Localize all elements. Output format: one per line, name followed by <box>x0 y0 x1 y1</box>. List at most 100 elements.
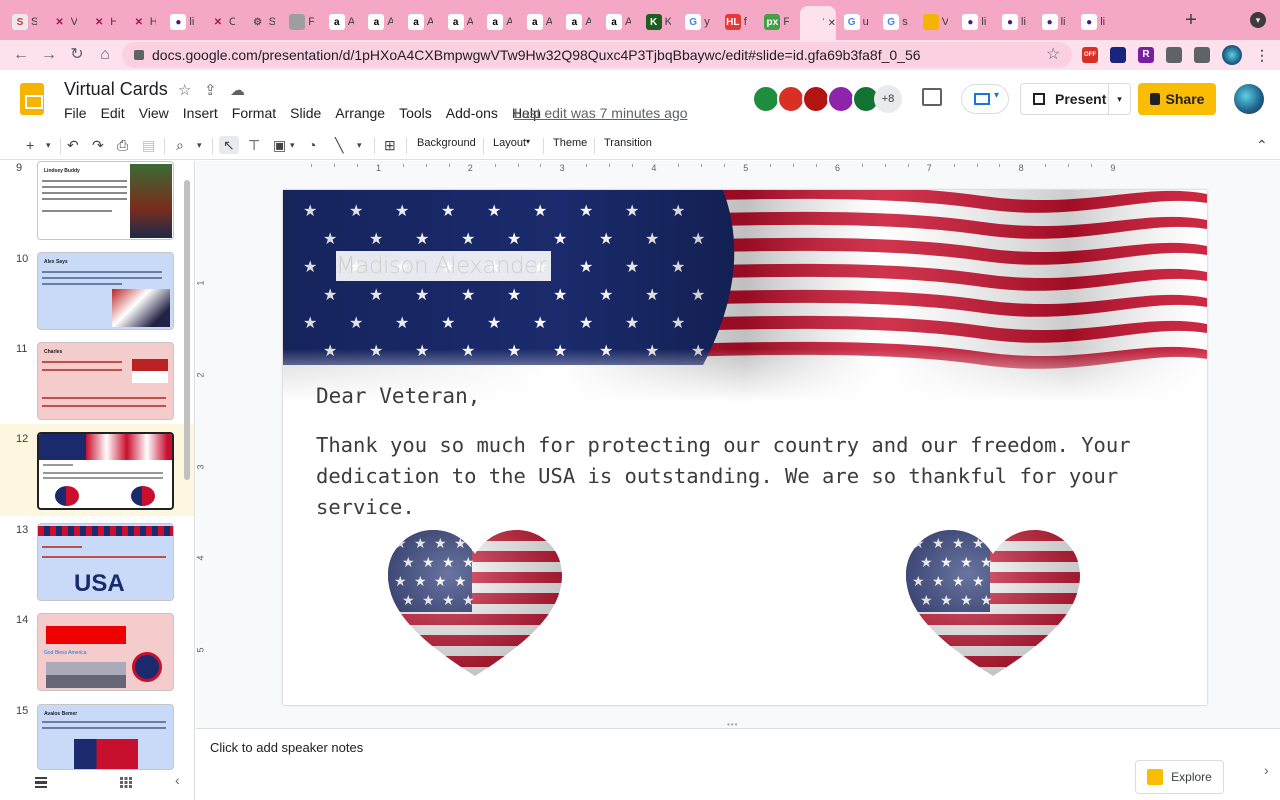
browser-tab[interactable]: V✕ <box>800 6 836 40</box>
menu-format[interactable]: Format <box>232 105 276 121</box>
browser-tab[interactable]: KK <box>642 8 678 36</box>
undo-icon[interactable]: ↶ <box>67 136 79 154</box>
side-panel-chevron-right-icon[interactable]: › <box>1264 762 1280 794</box>
current-slide[interactable]: ★★★★★★★★★★★★★★★★★★★★★★★★★★★★★★★★★★★★★★★★… <box>283 190 1207 705</box>
zoom-icon[interactable]: ⌕ <box>176 136 184 154</box>
image-dropdown-icon[interactable]: ▾ <box>290 136 295 154</box>
speaker-notes-placeholder[interactable]: Click to add speaker notes <box>210 740 363 755</box>
browser-tab[interactable]: ● li <box>1038 8 1074 36</box>
home-icon[interactable]: ⌂ <box>94 44 116 66</box>
slide-thumbnail-11[interactable]: Charles <box>37 342 174 420</box>
menu-arrange[interactable]: Arrange <box>335 105 385 121</box>
slide-thumbnail-9[interactable]: Lindsey Buddy <box>37 161 174 240</box>
background-button[interactable]: Background <box>417 137 476 149</box>
print-icon[interactable]: ⎙ <box>117 136 128 154</box>
flag-heart-image[interactable]: ★★★★★★★★★★★★★★★★ <box>388 530 562 676</box>
tab-search-icon[interactable]: ▾ <box>1250 12 1266 28</box>
browser-tab[interactable]: aA <box>562 8 598 36</box>
theme-button[interactable]: Theme <box>553 137 587 149</box>
menu-add-ons[interactable]: Add-ons <box>446 105 498 121</box>
message-text[interactable]: Thank you so much for protecting our cou… <box>316 430 1176 523</box>
profile-avatar-icon[interactable] <box>1222 45 1242 65</box>
line-icon[interactable]: ╲ <box>335 136 343 154</box>
line-dropdown-icon[interactable]: ▾ <box>357 136 362 154</box>
browser-tab[interactable]: ● li <box>958 8 994 36</box>
slide-filmstrip[interactable]: 9 Lindsey Buddy 10 Alex Says 11 Charles … <box>0 161 195 800</box>
star-icon[interactable]: ☆ <box>178 81 191 99</box>
browser-tab[interactable]: ● li <box>1077 8 1113 36</box>
forward-arrow-icon[interactable]: → <box>38 44 60 66</box>
present-button[interactable]: Present ▾ <box>1020 83 1131 115</box>
browser-tab[interactable]: aA <box>325 8 361 36</box>
browser-tab[interactable]: ✕ H <box>87 8 123 36</box>
menu-slide[interactable]: Slide <box>290 105 321 121</box>
layout-dropdown-icon[interactable]: ▾ <box>526 137 530 146</box>
share-button[interactable]: Share <box>1138 83 1216 115</box>
collaborator-avatar[interactable] <box>802 85 830 113</box>
browser-menu-icon[interactable]: ⋮ <box>1254 47 1270 63</box>
browser-tab[interactable]: px F <box>760 8 796 36</box>
browser-tab[interactable]: HL f <box>721 8 757 36</box>
grid-view-icon[interactable] <box>120 776 132 788</box>
google-slides-logo-icon[interactable] <box>20 83 44 115</box>
browser-tab[interactable]: aA <box>364 8 400 36</box>
browser-tab[interactable]: ✕ C <box>206 8 242 36</box>
greeting-text[interactable]: Dear Veteran, <box>316 384 480 408</box>
name-text-box[interactable]: Madison Alexander <box>336 251 551 281</box>
menu-file[interactable]: File <box>64 105 87 121</box>
extensions-puzzle-icon[interactable] <box>1194 47 1210 63</box>
meet-present-button[interactable]: ▾ <box>961 84 1009 114</box>
comment-history-icon[interactable] <box>922 88 942 106</box>
browser-tab[interactable]: V <box>919 8 955 36</box>
transition-button[interactable]: Transition <box>604 137 652 149</box>
extension-camera-icon[interactable] <box>1166 47 1182 63</box>
account-avatar[interactable] <box>1234 84 1264 114</box>
address-bar[interactable]: docs.google.com/presentation/d/1pHXoA4CX… <box>122 42 1072 68</box>
browser-tab[interactable]: aA <box>483 8 519 36</box>
menu-view[interactable]: View <box>139 105 169 121</box>
extension-book-icon[interactable] <box>1110 47 1126 63</box>
paint-format-icon[interactable]: ▤ <box>142 136 155 154</box>
bookmark-star-icon[interactable]: ☆ <box>1046 44 1060 64</box>
close-tab-icon[interactable]: ✕ <box>828 18 836 29</box>
speaker-notes-panel[interactable]: Click to add speaker notes <box>196 728 1280 800</box>
explore-button[interactable]: Explore <box>1135 760 1224 794</box>
browser-tab[interactable]: aA <box>404 8 440 36</box>
present-dropdown-icon[interactable]: ▾ <box>1108 84 1130 114</box>
browser-tab[interactable]: aA <box>523 8 559 36</box>
slide-thumbnail-10[interactable]: Alex Says <box>37 252 174 330</box>
slide-thumbnail-15[interactable]: Avalos Bemer <box>37 704 174 770</box>
collaborator-avatar[interactable] <box>827 85 855 113</box>
collaborator-avatar[interactable] <box>752 85 780 113</box>
collaborator-avatar[interactable] <box>777 85 805 113</box>
reload-icon[interactable]: ↻ <box>66 44 88 66</box>
browser-tab[interactable]: F <box>285 8 321 36</box>
filmstrip-view-icon[interactable] <box>35 776 47 788</box>
move-folder-icon[interactable]: ⇪ <box>204 81 217 99</box>
slide-thumbnail-12[interactable] <box>37 432 174 510</box>
menu-edit[interactable]: Edit <box>101 105 125 121</box>
browser-tab[interactable]: ✕ V <box>48 8 84 36</box>
american-flag-banner-image[interactable]: ★★★★★★★★★★★★★★★★★★★★★★★★★★★★★★★★★★★★★★★★… <box>283 190 1207 402</box>
last-edit-link[interactable]: Last edit was 7 minutes ago <box>514 105 688 121</box>
back-arrow-icon[interactable]: ← <box>10 44 32 66</box>
new-tab-button[interactable]: + <box>1180 10 1202 32</box>
browser-tab[interactable]: Gs <box>879 8 915 36</box>
more-collaborators-badge[interactable]: +8 <box>874 85 902 113</box>
browser-tab[interactable]: Gu <box>840 8 876 36</box>
slide-thumbnail-14[interactable]: God Bless America <box>37 613 174 691</box>
browser-tab[interactable]: aA <box>444 8 480 36</box>
redo-icon[interactable]: ↷ <box>92 136 104 154</box>
add-comment-icon[interactable]: ⊞ <box>384 136 396 154</box>
browser-tab[interactable]: SS <box>8 8 44 36</box>
extension-off-icon[interactable]: OFF <box>1082 47 1098 63</box>
browser-tab[interactable]: ⚙ S <box>246 8 282 36</box>
browser-tab[interactable]: Gy <box>681 8 717 36</box>
shape-icon[interactable]: ◔ <box>308 136 316 154</box>
new-slide-plus-icon[interactable]: + <box>26 136 34 154</box>
collapse-toolbar-chevron-up-icon[interactable]: ⌃ <box>1256 136 1268 154</box>
select-cursor-icon[interactable]: ↖ <box>219 136 239 154</box>
flag-heart-image[interactable]: ★★★★★★★★★★★★★★★★ <box>906 530 1080 676</box>
filmstrip-scrollbar[interactable] <box>184 180 190 480</box>
collapse-filmstrip-chevron-left-icon[interactable]: ‹ <box>175 772 180 788</box>
